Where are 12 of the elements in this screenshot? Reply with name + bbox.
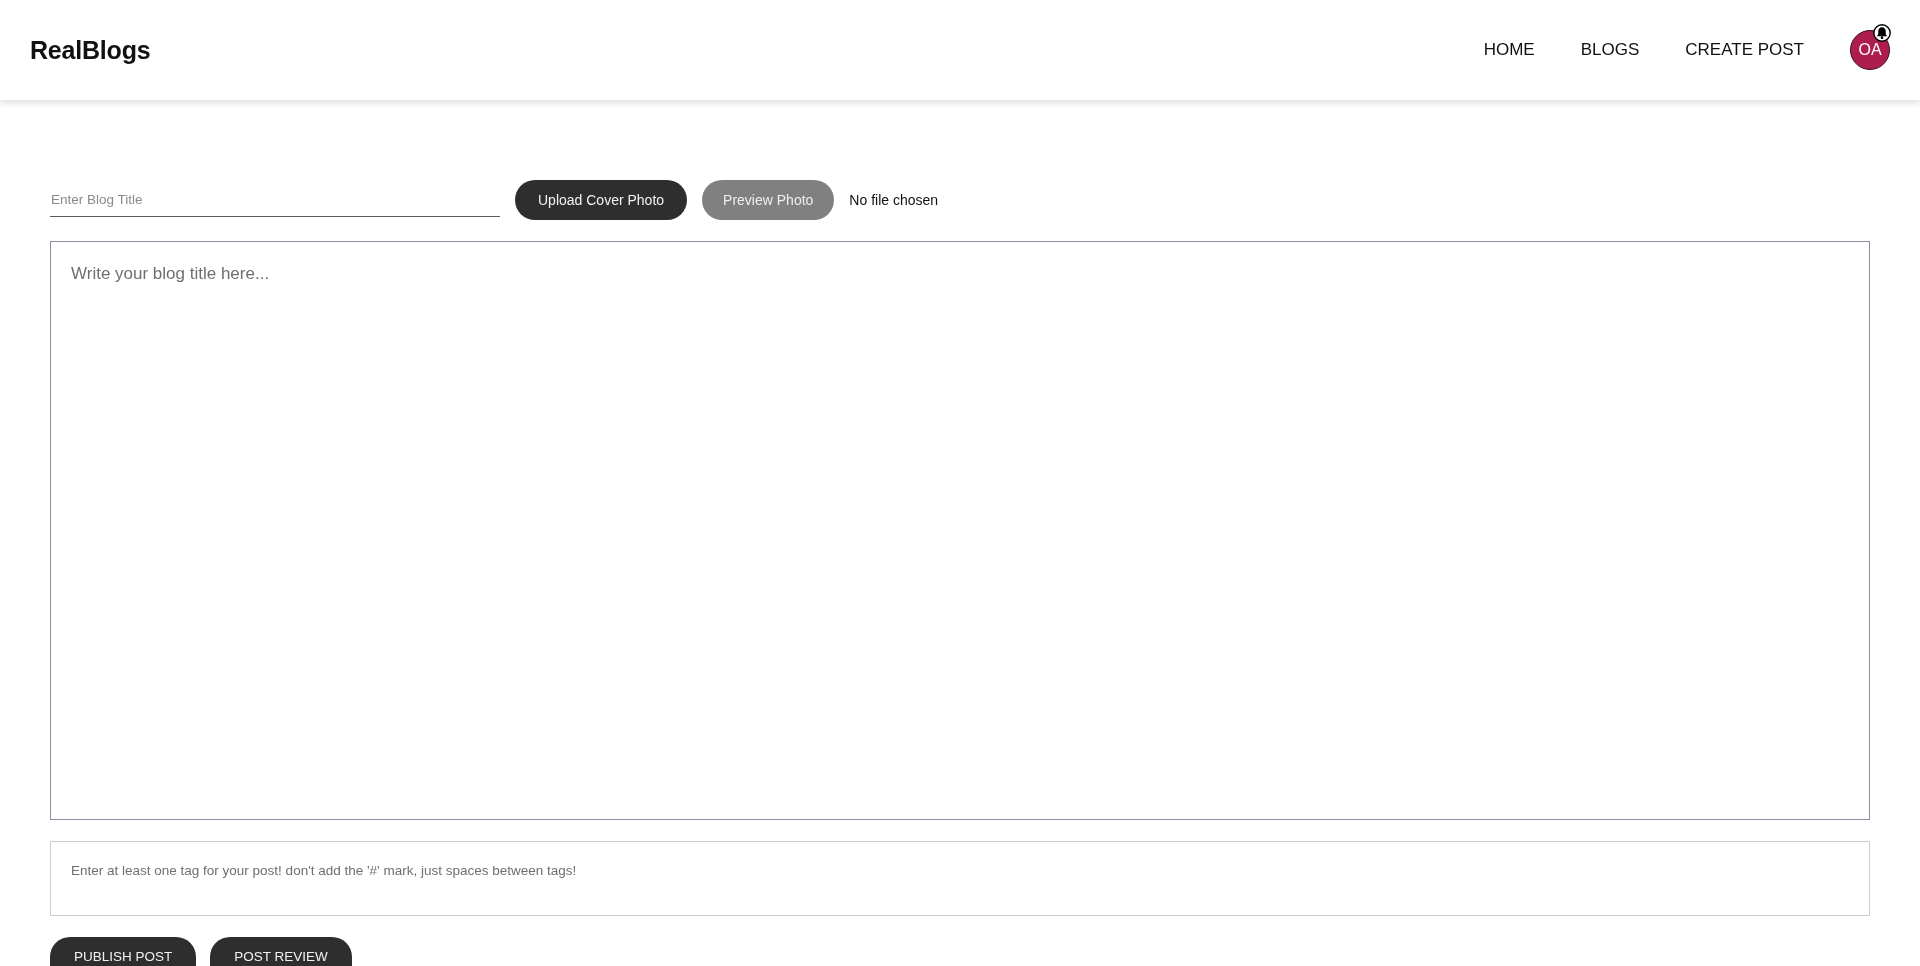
nav-link[interactable]: HOME: [1483, 40, 1535, 60]
title-input-field[interactable]: Enter Blog Title: [50, 183, 500, 217]
nav-link[interactable]: CREATE POST: [1685, 40, 1804, 60]
review-button[interactable]: POST REVIEW: [210, 937, 352, 966]
tags-input-field[interactable]: Enter at least one tag for your post! don't add the '#' mark, just spaces between tags!: [50, 841, 1870, 916]
site-logo[interactable]: RealBlogs: [30, 35, 151, 65]
nav-link[interactable]: BLOGS: [1580, 40, 1640, 60]
blog-body-field[interactable]: Write your blog title here...: [50, 241, 1870, 820]
publish-button[interactable]: PUBLISH POST: [50, 937, 197, 966]
upload-photo-button[interactable]: Upload Cover Photo: [515, 180, 688, 220]
bell-icon[interactable]: [1873, 24, 1891, 42]
file-status-text: No file chosen: [849, 192, 939, 208]
